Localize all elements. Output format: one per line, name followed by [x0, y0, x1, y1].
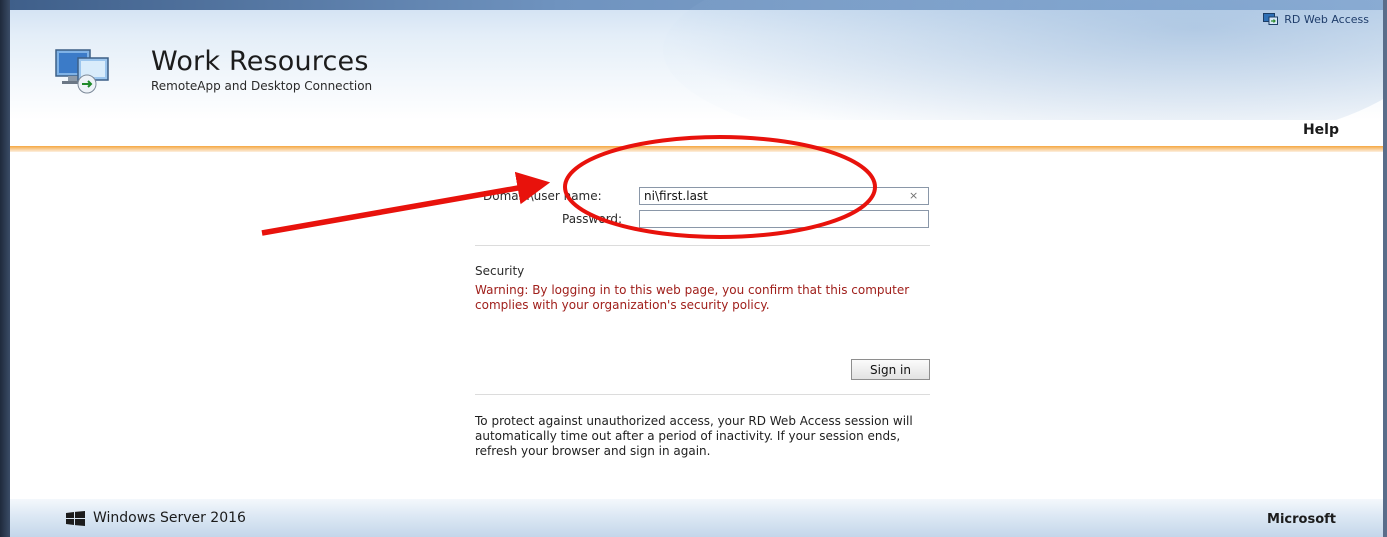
window-frame-left: [0, 0, 10, 537]
password-input[interactable]: [639, 210, 929, 228]
clear-icon[interactable]: ×: [909, 189, 918, 202]
page-subtitle: RemoteApp and Desktop Connection: [151, 79, 373, 93]
form-divider-bottom: [475, 394, 930, 395]
form-divider-top: [475, 245, 930, 246]
remoteapp-logo-icon: [55, 49, 109, 94]
help-link[interactable]: Help: [1303, 122, 1339, 138]
rd-web-access-icon: [1263, 13, 1279, 25]
window-frame-right: [1383, 0, 1387, 537]
microsoft-label: Microsoft: [1267, 512, 1336, 527]
windows-logo-icon: [66, 511, 85, 526]
username-input[interactable]: [639, 187, 929, 205]
sign-in-button[interactable]: Sign in: [851, 359, 930, 380]
timeout-info: To protect against unauthorized access, …: [475, 414, 913, 458]
rd-web-access-text: RD Web Access: [1284, 12, 1369, 26]
windows-server-label: Windows Server 2016: [93, 510, 246, 526]
security-heading: Security: [475, 264, 525, 278]
rd-web-access-label: RD Web Access: [1263, 10, 1369, 28]
page-title: Work Resources: [151, 46, 369, 77]
rd-web-access-page: RD Web Access Work Resources RemoteApp a…: [10, 0, 1383, 537]
security-warning: Warning: By logging in to this web page,…: [475, 283, 910, 312]
password-label: Password:: [562, 212, 623, 226]
orange-divider: [10, 146, 1383, 152]
username-label: Domain\user name:: [483, 189, 602, 203]
